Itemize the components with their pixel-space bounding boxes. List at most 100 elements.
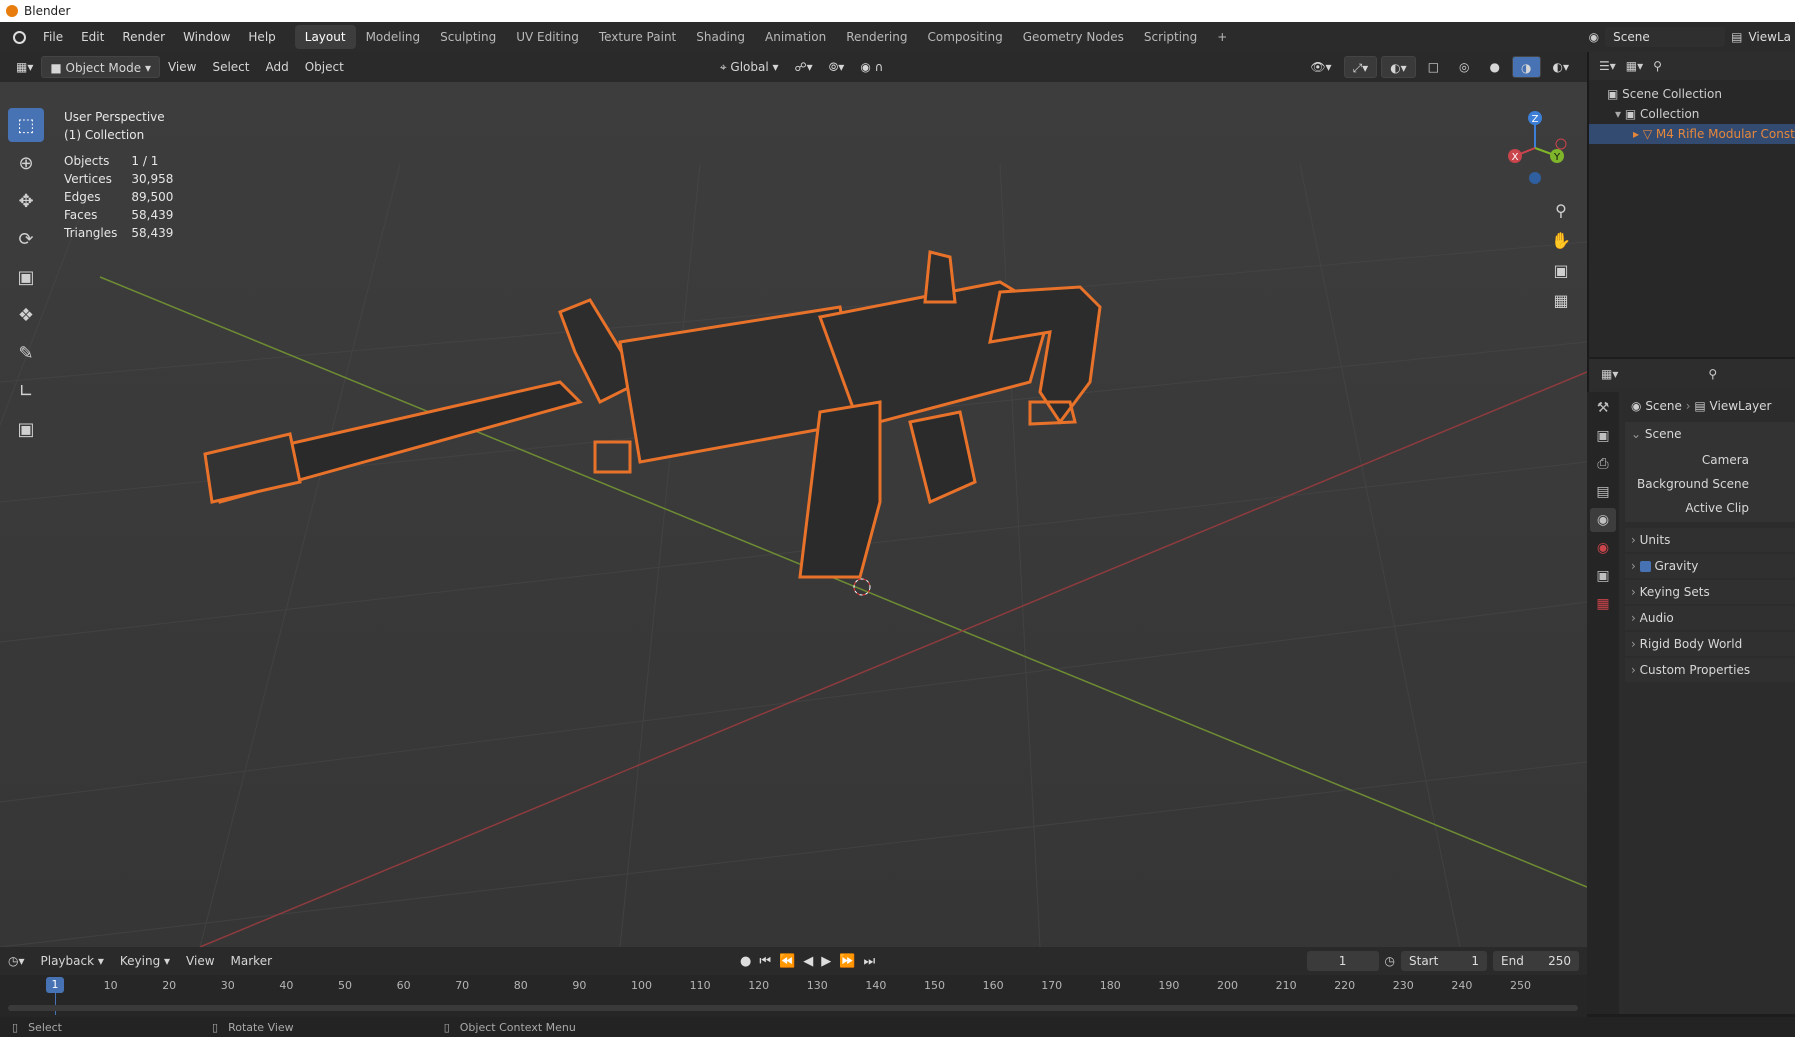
tab-scripting[interactable]: Scripting <box>1134 25 1207 49</box>
outliner-item-scene-collection[interactable]: ▣ Scene Collection <box>1607 84 1795 104</box>
record-icon[interactable]: ● <box>740 954 751 969</box>
timeline-editor-icon[interactable]: ◷▾ <box>0 950 33 972</box>
tab-compositing[interactable]: Compositing <box>917 25 1012 49</box>
output-tab-icon[interactable]: ⎙ <box>1590 452 1616 476</box>
rotate-icon[interactable]: ⟳ <box>8 222 44 256</box>
current-frame-field[interactable]: 1 <box>1306 951 1379 971</box>
scene-selector[interactable]: Scene <box>1605 27 1726 47</box>
cursor-icon[interactable]: ⊕ <box>8 146 44 180</box>
render-tab-icon[interactable]: ▣ <box>1590 424 1616 448</box>
jump-keyframe-forward-icon[interactable]: ⏩ <box>839 954 855 969</box>
gravity-checkbox[interactable] <box>1639 561 1651 572</box>
texture-tab-icon[interactable]: ▦ <box>1590 592 1616 616</box>
subpanel-units[interactable]: › Units <box>1625 528 1795 552</box>
field-background-scene[interactable]: Background Scene <box>1625 472 1795 496</box>
jump-keyframe-back-icon[interactable]: ⏪ <box>779 954 795 969</box>
outliner-item-rifle[interactable]: ▸ ▽ M4 Rifle Modular Constru <box>1589 124 1795 144</box>
subpanel-rigid-body-world[interactable]: › Rigid Body World <box>1625 632 1795 656</box>
select-box-icon[interactable]: ⬚ <box>8 108 44 142</box>
subpanel-gravity[interactable]: › Gravity <box>1625 554 1795 578</box>
tab-geometry-nodes[interactable]: Geometry Nodes <box>1013 25 1134 49</box>
end-frame-field[interactable]: End 250 <box>1493 951 1579 971</box>
menu-playback[interactable]: Playback ▾ <box>33 950 112 972</box>
menu-window[interactable]: Window <box>174 30 239 44</box>
tab-shading[interactable]: Shading <box>686 25 755 49</box>
world-tab-icon[interactable]: ◉ <box>1590 536 1616 560</box>
outliner-editor-icon[interactable]: ☰▾ <box>1599 59 1616 73</box>
jump-start-icon[interactable]: ⏮ <box>759 954 771 969</box>
add-workspace-button[interactable]: + <box>1207 25 1237 49</box>
tab-uv-editing[interactable]: UV Editing <box>506 25 589 49</box>
subpanel-keying-sets[interactable]: › Keying Sets <box>1625 580 1795 604</box>
gizmo-toggle-icon[interactable]: ⤢▾ <box>1343 56 1378 78</box>
proportional-edit-icon[interactable]: ◉ ∩ <box>852 56 891 78</box>
menu-object[interactable]: Object <box>297 56 352 78</box>
annotate-icon[interactable]: ✎ <box>8 336 44 370</box>
scale-icon[interactable]: ▣ <box>8 260 44 294</box>
gizmo-neg-z[interactable] <box>1529 172 1541 184</box>
menu-keying[interactable]: Keying ▾ <box>112 950 178 972</box>
pivot-icon[interactable]: ☍▾ <box>787 56 821 78</box>
menu-render[interactable]: Render <box>113 30 174 44</box>
grid-icon[interactable]: ▦ <box>1547 286 1575 314</box>
menu-timeline-view[interactable]: View <box>178 950 222 972</box>
start-frame-field[interactable]: Start 1 <box>1401 951 1487 971</box>
transform-icon[interactable]: ❖ <box>8 298 44 332</box>
tab-modeling[interactable]: Modeling <box>356 25 431 49</box>
tab-sculpting[interactable]: Sculpting <box>430 25 506 49</box>
snap-icon[interactable]: ⦾▾ <box>821 56 853 78</box>
menu-file[interactable]: File <box>34 30 72 44</box>
tab-rendering[interactable]: Rendering <box>836 25 917 49</box>
measure-icon[interactable]: ∟ <box>8 374 44 408</box>
menu-select[interactable]: Select <box>204 56 257 78</box>
menu-help[interactable]: Help <box>239 30 284 44</box>
menu-view[interactable]: View <box>160 56 204 78</box>
shading-material-icon[interactable]: ◑ <box>1512 56 1541 78</box>
add-cube-icon[interactable]: ▣ <box>8 412 44 446</box>
mode-selector[interactable]: ■ Object Mode ▾ <box>41 56 160 78</box>
shading-rendered-icon[interactable]: ◐▾ <box>1545 56 1578 78</box>
camera-icon[interactable]: ▣ <box>1547 256 1575 284</box>
menu-add[interactable]: Add <box>257 56 296 78</box>
field-camera[interactable]: Camera <box>1625 448 1795 472</box>
menu-edit[interactable]: Edit <box>72 30 113 44</box>
view-layer-selector[interactable]: ViewLa <box>1748 30 1791 44</box>
tab-layout[interactable]: Layout <box>294 25 356 49</box>
xray-icon[interactable]: □ <box>1420 56 1447 78</box>
shading-solid-icon[interactable]: ● <box>1482 56 1508 78</box>
3d-viewport[interactable] <box>0 82 1587 947</box>
tab-animation[interactable]: Animation <box>755 25 836 49</box>
outliner-item-collection[interactable]: ▾ ▣ Collection <box>1607 104 1795 124</box>
play-reverse-icon[interactable]: ◀ <box>803 954 813 969</box>
navigation-gizmo[interactable]: Z Y X <box>1495 108 1575 188</box>
menu-marker[interactable]: Marker <box>223 950 280 972</box>
subpanel-custom-properties[interactable]: › Custom Properties <box>1625 658 1795 682</box>
tab-texture-paint[interactable]: Texture Paint <box>589 25 686 49</box>
shading-wireframe-icon[interactable]: ◎ <box>1451 56 1477 78</box>
visibility-icon[interactable]: 👁▾ <box>1302 56 1339 78</box>
tool-tab-icon[interactable]: ⚒ <box>1590 396 1616 420</box>
view-layer-tab-icon[interactable]: ▤ <box>1590 480 1616 504</box>
subpanel-audio[interactable]: › Audio <box>1625 606 1795 630</box>
move-icon[interactable]: ✥ <box>8 184 44 218</box>
field-active-clip[interactable]: Active Clip <box>1625 496 1795 520</box>
editor-type-icon[interactable]: ▦▾ <box>8 56 41 78</box>
outliner-search-icon[interactable]: ⚲ <box>1653 59 1662 73</box>
properties-search-icon[interactable]: ⚲ <box>1708 367 1717 381</box>
timeline-scrollbar[interactable] <box>8 1005 1578 1011</box>
scene-tab-icon[interactable]: ◉ <box>1590 508 1616 532</box>
properties-editor-icon[interactable]: ▦▾ <box>1601 367 1618 381</box>
play-icon[interactable]: ▶ <box>821 954 831 969</box>
panel-scene-header[interactable]: ⌄ Scene <box>1625 422 1795 446</box>
transform-orientation[interactable]: ⌖ Global ▾ <box>712 56 787 78</box>
collection-tab-icon[interactable]: ▣ <box>1590 564 1616 588</box>
overlay-toggle-icon[interactable]: ◐▾ <box>1381 56 1416 78</box>
timeline-ruler[interactable]: 10 20 30 40 50 60 70 80 90 100 110 120 130 140 150 160 1… <box>0 975 1587 1017</box>
zoom-icon[interactable]: ⚲ <box>1547 196 1575 224</box>
hand-icon[interactable]: ✋ <box>1547 226 1575 254</box>
playhead[interactable]: 1 <box>46 977 64 993</box>
blender-menu-icon[interactable] <box>8 26 30 48</box>
jump-end-icon[interactable]: ⏭ <box>863 954 875 969</box>
gizmo-neg-x[interactable] <box>1555 138 1567 150</box>
outliner-filter-icon[interactable]: ▦▾ <box>1626 59 1643 73</box>
